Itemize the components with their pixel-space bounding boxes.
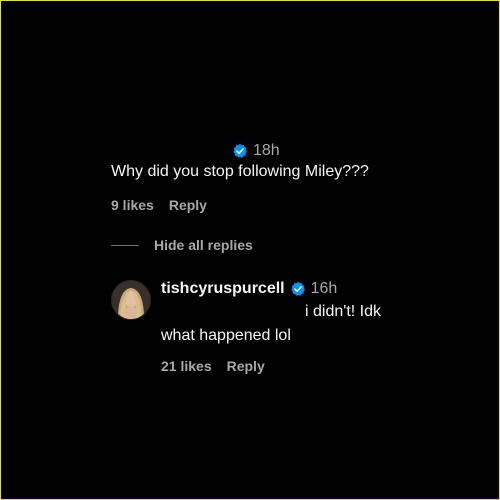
hide-replies-label[interactable]: Hide all replies (154, 237, 253, 253)
parent-comment-actions: 9 likes Reply (111, 197, 207, 213)
verified-badge-icon (232, 143, 248, 159)
parent-comment-text: Why did you stop following Miley??? (111, 163, 369, 180)
reply-meta: tishcyruspurcell 16h (161, 280, 337, 298)
reply-text-line-2: what happened lol (161, 327, 291, 344)
parent-comment-meta: 18h (232, 142, 280, 160)
user-avatar[interactable] (111, 280, 151, 320)
screenshot-frame: 18h Why did you stop following Miley??? … (0, 0, 500, 500)
reply-time: 16h (310, 280, 338, 297)
hide-replies-toggle[interactable]: Hide all replies (111, 237, 253, 253)
parent-likes-count[interactable]: 9 likes (111, 197, 154, 213)
parent-comment-time: 18h (253, 142, 280, 159)
reply-actions: 21 likes Reply (161, 358, 265, 374)
parent-reply-button[interactable]: Reply (169, 197, 207, 213)
reply-reply-button[interactable]: Reply (227, 358, 265, 374)
reply-text-line-1: i didn't! Idk (305, 303, 381, 320)
hide-replies-divider (111, 244, 139, 246)
reply-username[interactable]: tishcyruspurcell (161, 280, 285, 298)
verified-badge-icon (290, 281, 306, 297)
reply-likes-count[interactable]: 21 likes (161, 358, 212, 374)
